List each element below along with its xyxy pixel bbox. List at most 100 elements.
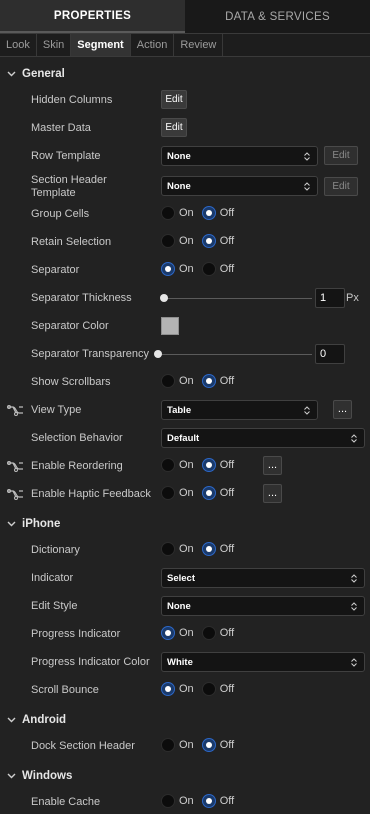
enable-reordering-more-button[interactable]: ... [263,456,282,475]
separator-radio-group: On Off [161,262,242,276]
tab-data-services[interactable]: DATA & SERVICES [185,0,370,33]
enable-haptic-feedback-on-radio[interactable]: On [161,486,194,500]
radio-dot [161,542,175,556]
tab-skin[interactable]: Skin [37,34,72,56]
edit-style-select[interactable]: None [161,596,365,616]
tab-properties[interactable]: PROPERTIES [0,0,185,33]
scroll-bounce-off-radio[interactable]: Off [201,682,234,696]
radio-on-label: On [179,459,194,471]
radio-dot-selected [161,626,175,640]
row-selection-behavior: Selection Behavior Default [0,427,370,449]
chevron-updown-icon [351,658,357,667]
enable-cache-off-radio[interactable]: Off [201,794,235,808]
retain-selection-off-radio[interactable]: Off [201,234,234,248]
radio-dot-selected [201,374,216,388]
separator-thickness-slider-track[interactable] [164,298,312,299]
section-iphone-header[interactable]: iPhone [0,513,60,535]
master-data-label: Master Data [31,122,91,134]
section-android-header[interactable]: Android [0,709,66,731]
enable-haptic-feedback-more-button[interactable]: ... [263,484,282,503]
progress-indicator-off-radio[interactable]: Off [201,626,234,640]
sub-tab-bar: Look Skin Segment Action Review [0,34,370,57]
view-type-select[interactable]: Table [161,400,318,420]
retain-selection-on-radio[interactable]: On [161,234,194,248]
radio-dot-selected [161,262,175,276]
section-header-template-edit-button[interactable]: Edit [324,177,358,196]
section-general-header[interactable]: General [0,63,65,85]
enable-cache-radio-group: On Off [161,794,242,808]
view-type-more-button[interactable]: ... [333,400,352,419]
view-type-label: View Type [31,404,82,416]
row-template-label: Row Template [31,150,101,162]
row-indicator: Indicator Select [0,567,370,589]
chevron-down-icon [0,521,22,527]
progress-indicator-color-label: Progress Indicator Color [31,656,150,668]
radio-dot [161,738,175,752]
enable-reordering-off-radio[interactable]: Off [201,458,234,472]
chevron-updown-icon [351,434,357,443]
radio-off-label: Off [219,207,235,219]
section-title: Windows [22,770,73,782]
row-dock-section-header: Dock Section Header On Off [0,735,370,757]
tab-action[interactable]: Action [131,34,175,56]
dock-section-header-off-radio[interactable]: Off [201,738,234,752]
enable-reordering-label: Enable Reordering [31,460,123,472]
scroll-bounce-on-radio[interactable]: On [161,682,194,696]
indicator-label: Indicator [31,572,74,584]
separator-off-radio[interactable]: Off [201,262,235,276]
radio-dot-selected [161,682,175,696]
progress-indicator-on-radio[interactable]: On [161,626,194,640]
link-icon[interactable] [7,488,24,500]
dock-section-header-radio-group: On Off [161,738,242,752]
radio-dot-selected [201,542,216,556]
section-windows-header[interactable]: Windows [0,765,72,787]
master-data-edit-button[interactable]: Edit [161,118,187,137]
radio-dot [161,374,175,388]
separator-transparency-slider-thumb[interactable] [154,350,162,358]
separator-thickness-label: Separator Thickness [31,292,132,304]
group-cells-off-radio[interactable]: Off [201,206,235,220]
row-template-select[interactable]: None [161,146,318,166]
radio-dot [161,794,175,808]
group-cells-label: Group Cells [31,208,90,220]
progress-indicator-color-select[interactable]: White [161,652,365,672]
hidden-columns-edit-button[interactable]: Edit [161,90,187,109]
row-template-edit-button[interactable]: Edit [324,146,358,165]
show-scrollbars-on-radio[interactable]: On [161,374,194,388]
radio-off-label: Off [219,263,235,275]
enable-reordering-on-radio[interactable]: On [161,458,194,472]
link-icon[interactable] [7,460,24,472]
radio-off-label: Off [219,375,235,387]
row-show-scrollbars: Show Scrollbars On Off [0,371,370,393]
radio-on-label: On [179,795,194,807]
enable-cache-on-radio[interactable]: On [161,794,194,808]
progress-indicator-label: Progress Indicator [31,628,121,640]
indicator-select[interactable]: Select [161,568,365,588]
separator-thickness-slider-thumb[interactable] [160,294,168,302]
section-header-template-label-line1: Section Header [31,174,107,186]
separator-transparency-input[interactable]: 0 [315,344,345,364]
separator-color-swatch[interactable] [161,317,179,335]
tab-look[interactable]: Look [0,34,37,56]
dictionary-on-radio[interactable]: On [161,542,194,556]
dock-section-header-on-radio[interactable]: On [161,738,194,752]
tab-segment[interactable]: Segment [71,34,131,56]
separator-color-label: Separator Color [31,320,109,332]
link-icon[interactable] [7,404,24,416]
radio-dot [201,626,216,640]
tab-review[interactable]: Review [174,34,224,56]
selection-behavior-select[interactable]: Default [161,428,365,448]
group-cells-on-radio[interactable]: On [161,206,194,220]
show-scrollbars-off-radio[interactable]: Off [201,374,235,388]
separator-transparency-slider-track[interactable] [158,354,312,355]
radio-dot-selected [201,458,216,472]
section-header-template-select[interactable]: None [161,176,318,196]
enable-haptic-feedback-off-radio[interactable]: Off [201,486,234,500]
separator-thickness-input[interactable]: 1 [315,288,345,308]
dictionary-off-radio[interactable]: Off [201,542,234,556]
show-scrollbars-radio-group: On Off [161,374,242,388]
radio-off-label: Off [219,795,235,807]
separator-on-radio[interactable]: On [161,262,194,276]
scroll-bounce-label: Scroll Bounce [31,684,99,696]
dock-section-header-label: Dock Section Header [31,740,135,752]
